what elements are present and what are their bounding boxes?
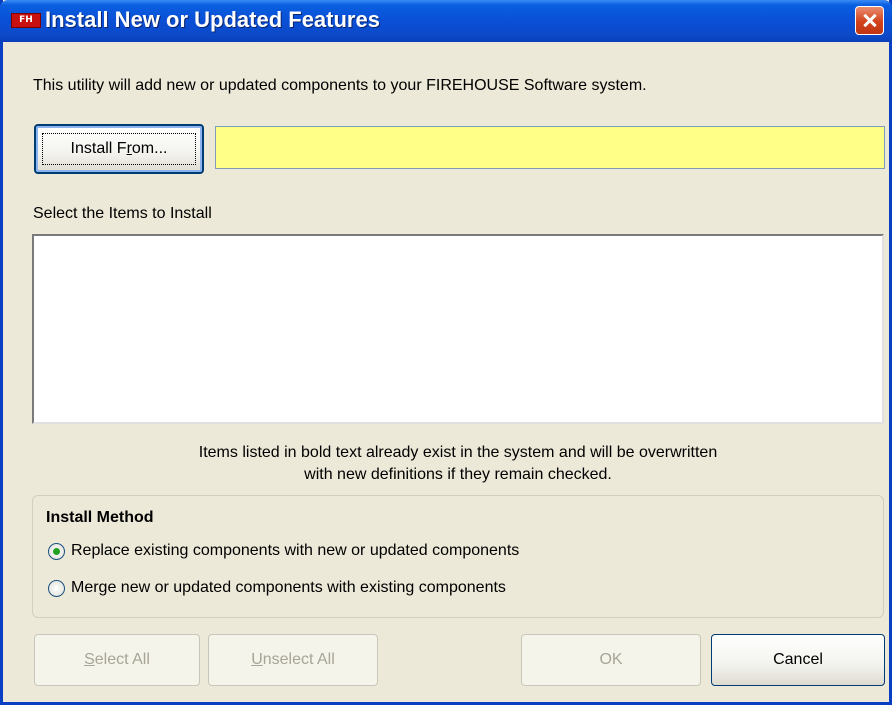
- install-method-group: Install Method Replace existing componen…: [32, 495, 884, 618]
- replace-option[interactable]: Replace existing components with new or …: [48, 539, 519, 563]
- overwrite-note: Items listed in bold text already exist …: [32, 442, 884, 486]
- cancel-button[interactable]: Cancel: [711, 634, 885, 686]
- items-label: Select the Items to Install: [33, 205, 212, 222]
- radio-unselected-icon[interactable]: [48, 579, 65, 597]
- merge-option[interactable]: Merge new or updated components with exi…: [48, 576, 506, 600]
- overwrite-note-line-2: with new definitions if they remain chec…: [304, 466, 612, 483]
- select-all-button[interactable]: Select All: [34, 634, 200, 686]
- firehouse-app-icon: FH: [11, 13, 41, 28]
- ok-button[interactable]: OK: [521, 634, 701, 686]
- radio-selected-icon[interactable]: [48, 542, 65, 560]
- merge-option-label: Merge new or updated components with exi…: [71, 579, 506, 596]
- items-list[interactable]: [32, 234, 884, 424]
- overwrite-note-line-1: Items listed in bold text already exist …: [198, 444, 718, 461]
- unselect-all-button[interactable]: Unselect All: [208, 634, 378, 686]
- intro-text: This utility will add new or updated com…: [33, 77, 647, 94]
- title-bar[interactable]: FH Install New or Updated Features: [0, 0, 892, 42]
- install-method-title: Install Method: [46, 509, 154, 526]
- install-path-field[interactable]: [215, 126, 885, 169]
- install-from-button[interactable]: Install From...: [34, 124, 204, 174]
- close-icon[interactable]: [855, 6, 884, 35]
- replace-option-label: Replace existing components with new or …: [71, 542, 520, 559]
- focus-rectangle: [42, 133, 196, 165]
- window-title: Install New or Updated Features: [45, 7, 380, 32]
- install-features-dialog: FH Install New or Updated Features This …: [0, 0, 892, 705]
